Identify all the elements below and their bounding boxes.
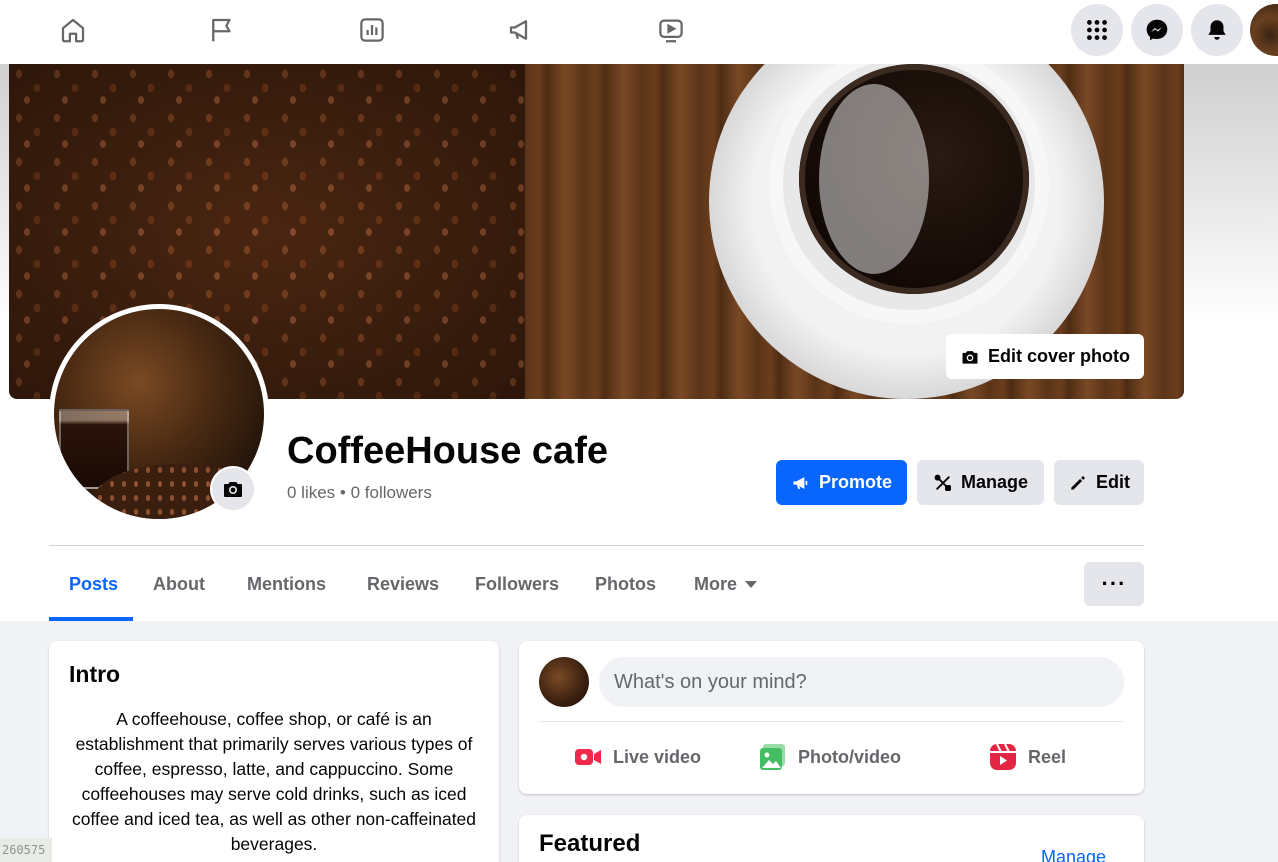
live-video-label: Live video [613,746,702,767]
cover-coffee [799,64,1029,294]
reel-icon [990,743,1016,770]
whats-on-your-mind-input[interactable]: What's on your mind? [599,657,1124,707]
intro-title: Intro [69,661,121,687]
edit-page-button[interactable]: Edit [1054,460,1144,505]
account-avatar[interactable] [1250,4,1278,56]
page-title: CoffeeHouse cafe [287,430,608,472]
header-divider [49,545,1144,546]
photo-video-label: Photo/video [798,746,901,767]
camera-icon [962,350,978,364]
bell-icon[interactable] [1191,4,1243,56]
featured-card: Featured Manage [519,815,1144,862]
avatar [539,657,589,707]
page-stats: 0 likes • 0 followers [287,483,432,502]
menu-grid-icon[interactable] [1071,4,1123,56]
tab-more-label: More [694,573,738,594]
photo-video-button[interactable]: Photo/video [758,736,901,778]
intro-card: Intro A coffeehouse, coffee shop, or caf… [49,641,499,862]
composer-divider [539,721,1124,722]
edit-cover-photo-button[interactable]: Edit cover photo [946,334,1144,379]
post-composer: What's on your mind? Live video Photo/vi… [519,641,1144,794]
active-tab-indicator [49,617,133,621]
messenger-icon[interactable] [1131,4,1183,56]
flag-icon[interactable] [198,8,246,52]
tab-photos[interactable]: Photos [595,562,656,606]
promote-button[interactable]: Promote [776,460,907,505]
live-video-button[interactable]: Live video [573,736,701,778]
reel-button[interactable]: Reel [988,736,1066,778]
insights-icon[interactable] [348,8,396,52]
home-icon[interactable] [49,8,97,52]
edit-label: Edit [1096,472,1130,492]
manage-label: Manage [960,472,1029,492]
edit-cover-label: Edit cover photo [987,346,1130,366]
reel-label: Reel [1028,746,1067,767]
promote-label: Promote [818,472,892,492]
manage-button[interactable]: Manage [917,460,1044,505]
corner-id-label: 260575 [0,838,52,862]
more-options-button[interactable]: ··· [1084,562,1144,606]
megaphone-icon[interactable] [497,8,545,52]
featured-title: Featured [539,830,641,857]
top-navigation-bar [0,0,1278,64]
video-icon[interactable] [647,8,695,52]
photo-icon [760,744,785,770]
live-video-icon [575,749,601,765]
tab-posts[interactable]: Posts [69,562,118,606]
featured-manage-link[interactable]: Manage [1041,847,1106,862]
tab-more[interactable]: More [694,562,758,606]
tab-about[interactable]: About [153,562,205,606]
megaphone-icon [793,476,808,489]
intro-description: A coffeehouse, coffee shop, or café is a… [71,709,477,854]
caret-down-icon [745,580,758,588]
tab-followers[interactable]: Followers [475,562,559,606]
tab-mentions[interactable]: Mentions [247,562,326,606]
update-profile-picture-button[interactable] [210,466,256,512]
tab-reviews[interactable]: Reviews [367,562,439,606]
camera-icon [224,482,242,497]
pencil-icon [1071,475,1085,490]
tools-icon [934,474,951,491]
